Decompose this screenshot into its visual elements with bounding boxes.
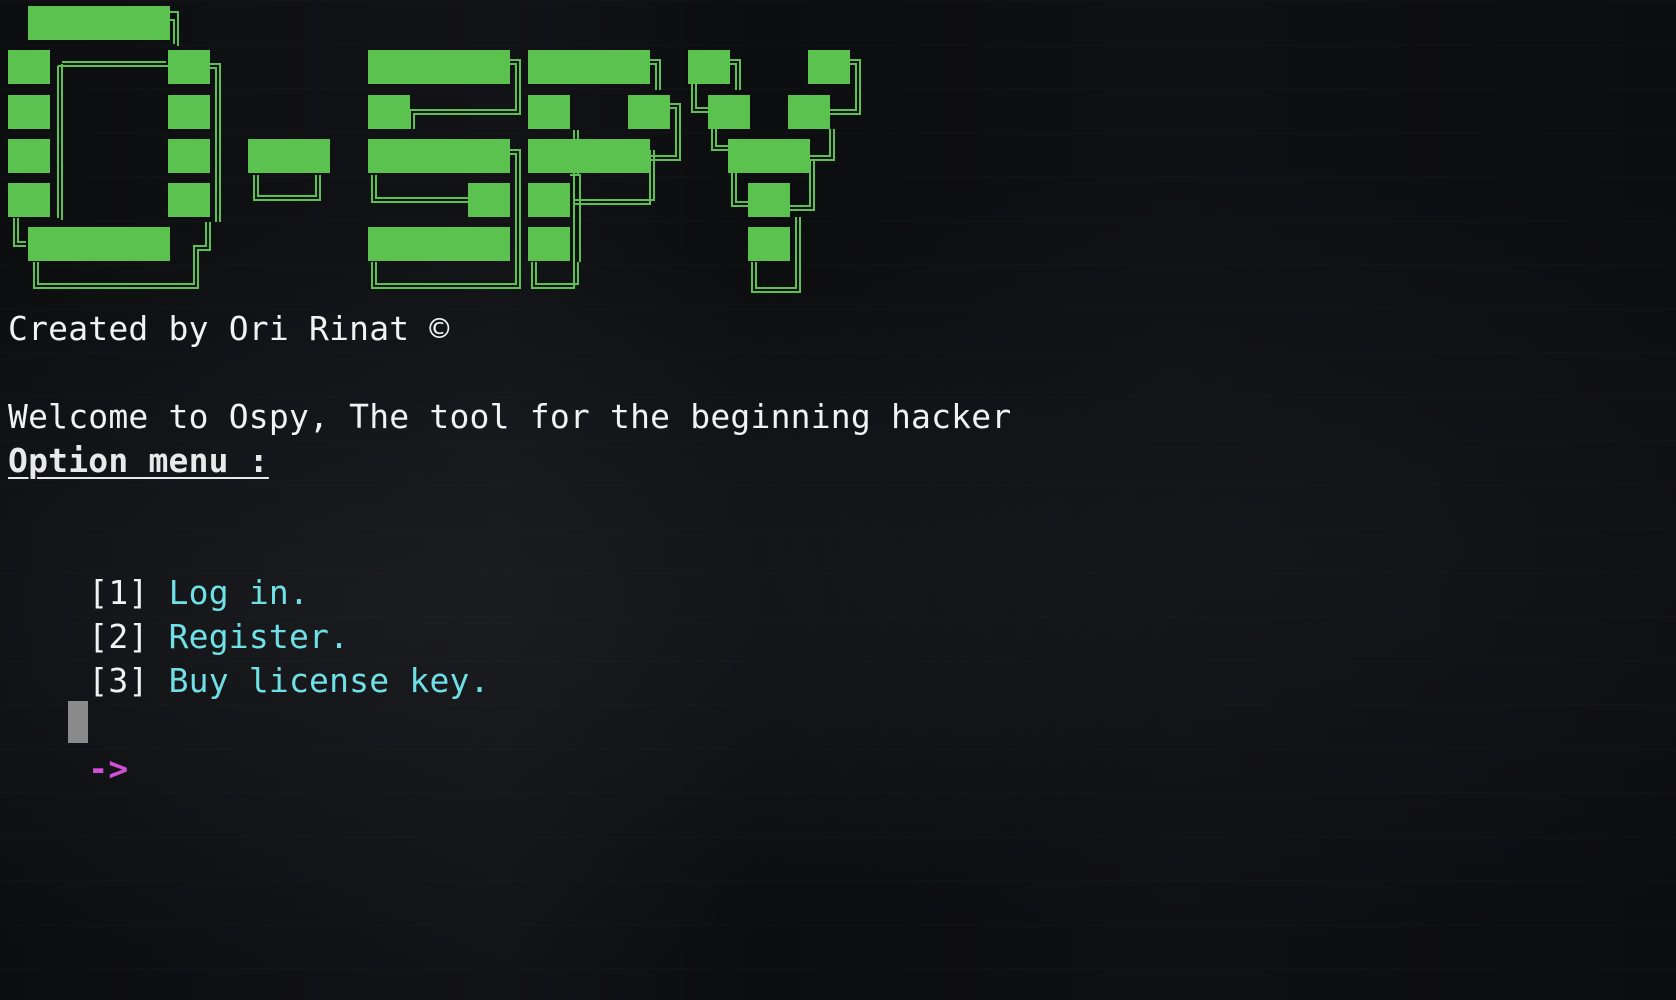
- logo-blocks: [8, 6, 850, 261]
- welcome-message: Welcome to Ospy, The tool for the beginn…: [8, 397, 1012, 436]
- text-cursor: [68, 701, 88, 743]
- ascii-logo: [8, 6, 861, 293]
- option-label: Buy license key.: [168, 661, 490, 700]
- terminal-window[interactable]: Created by Ori Rinat © Welcome to Ospy, …: [0, 0, 1676, 1000]
- prompt-arrow-icon: ->: [88, 749, 129, 788]
- menu-option-buy-license-key[interactable]: [3] Buy license key.: [8, 615, 490, 700]
- option-menu-title: Option menu :: [8, 441, 269, 480]
- menu-option-log-in[interactable]: [1] Log in.: [8, 527, 309, 612]
- option-number: [3]: [88, 661, 149, 700]
- menu-option-register[interactable]: [2] Register.: [8, 571, 349, 656]
- credit-line: Created by Ori Rinat ©: [8, 309, 450, 348]
